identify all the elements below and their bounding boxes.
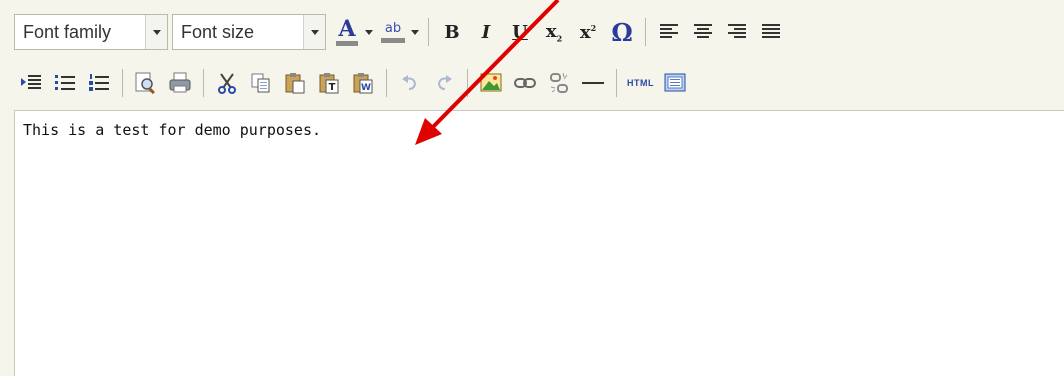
- numbered-list-button[interactable]: [86, 66, 112, 100]
- special-character-icon: Ω: [611, 17, 633, 47]
- highlight-text: ab: [384, 20, 402, 36]
- preview-icon: [135, 72, 155, 94]
- svg-text:T: T: [329, 82, 336, 93]
- toolbar-separator: [616, 69, 617, 97]
- cut-button[interactable]: [214, 66, 240, 100]
- subscript-button[interactable]: x2: [541, 15, 567, 49]
- chevron-down-icon[interactable]: [145, 15, 167, 49]
- toolbar-separator: [203, 69, 204, 97]
- toolbar-separator: [386, 69, 387, 97]
- horizontal-rule-icon: [582, 82, 604, 84]
- paste-icon: [285, 73, 305, 94]
- indent-icon: [21, 75, 41, 89]
- font-family-dropdown[interactable]: Font family: [14, 14, 168, 50]
- toolbar-separator: [467, 69, 468, 97]
- template-button[interactable]: [662, 66, 688, 100]
- numbered-list-icon: [89, 74, 109, 91]
- text-color-icon: A: [336, 18, 358, 46]
- paste-button[interactable]: [282, 66, 308, 100]
- bullet-list-icon: [55, 75, 75, 90]
- insert-image-icon: [480, 73, 502, 92]
- font-size-label: Font size: [181, 21, 255, 42]
- paste-word-icon: W: [353, 73, 373, 94]
- align-center-icon: [694, 24, 712, 38]
- redo-icon: [437, 75, 452, 90]
- horizontal-rule-button[interactable]: [580, 66, 606, 100]
- template-icon: [664, 73, 686, 92]
- underline-icon: U: [512, 21, 528, 43]
- superscript-icon: x2: [579, 21, 597, 43]
- redo-button[interactable]: [431, 66, 457, 100]
- toolbar-row-2: T W HTML: [14, 66, 692, 100]
- toolbar-separator: [428, 18, 429, 46]
- special-character-button[interactable]: Ω: [609, 15, 635, 49]
- print-button[interactable]: [167, 66, 193, 100]
- html-source-icon: HTML: [627, 78, 654, 88]
- undo-button[interactable]: [397, 66, 423, 100]
- paste-word-button[interactable]: W: [350, 66, 376, 100]
- superscript-button[interactable]: x2: [575, 15, 601, 49]
- text-color-dropdown-arrow[interactable]: [364, 15, 374, 49]
- align-center-button[interactable]: [690, 15, 716, 49]
- print-icon: [169, 72, 191, 93]
- bold-button[interactable]: B: [439, 15, 465, 49]
- subscript-x: x: [545, 20, 557, 42]
- html-source-button[interactable]: HTML: [627, 66, 654, 100]
- toolbar-row-1: Font family Font size A ab B I U x2 x2 Ω: [14, 12, 788, 52]
- highlight-color-icon: ab: [381, 20, 405, 43]
- highlight-color-dropdown-arrow[interactable]: [410, 15, 420, 49]
- subscript-icon: x2: [545, 20, 563, 44]
- undo-icon: [402, 75, 417, 90]
- toolbar-separator: [122, 69, 123, 97]
- svg-text:W: W: [361, 83, 371, 93]
- paste-text-icon: T: [319, 73, 339, 94]
- align-right-button[interactable]: [724, 15, 750, 49]
- justify-icon: [762, 24, 780, 38]
- underline-button[interactable]: U: [507, 15, 533, 49]
- preview-button[interactable]: [133, 66, 159, 100]
- indent-button[interactable]: [18, 66, 44, 100]
- link-icon: [514, 78, 536, 88]
- cut-icon: [218, 73, 236, 94]
- copy-icon: [251, 73, 270, 93]
- link-button[interactable]: [512, 66, 538, 100]
- text-color-button[interactable]: A: [334, 15, 360, 49]
- italic-icon: I: [481, 21, 491, 43]
- superscript-x: x: [579, 21, 591, 43]
- bold-icon: B: [444, 21, 460, 43]
- highlight-color-button[interactable]: ab: [380, 15, 406, 49]
- align-right-icon: [728, 24, 746, 38]
- editor-content-area[interactable]: This is a test for demo purposes.: [14, 110, 1064, 376]
- italic-button[interactable]: I: [473, 15, 499, 49]
- copy-button[interactable]: [248, 66, 274, 100]
- text-color-letter: A: [338, 16, 356, 42]
- bullet-list-button[interactable]: [52, 66, 78, 100]
- unlink-icon: [550, 72, 568, 93]
- justify-button[interactable]: [758, 15, 784, 49]
- chevron-down-icon[interactable]: [303, 15, 325, 49]
- editor-window: Font family Font size A ab B I U x2 x2 Ω…: [0, 0, 1064, 376]
- align-left-button[interactable]: [656, 15, 682, 49]
- toolbar-separator: [645, 18, 646, 46]
- font-family-label: Font family: [23, 21, 112, 42]
- editor-text: This is a test for demo purposes.: [23, 121, 322, 139]
- unlink-button[interactable]: [546, 66, 572, 100]
- align-left-icon: [660, 24, 678, 38]
- paste-text-button[interactable]: T: [316, 66, 342, 100]
- font-size-dropdown[interactable]: Font size: [172, 14, 326, 50]
- insert-image-button[interactable]: [478, 66, 504, 100]
